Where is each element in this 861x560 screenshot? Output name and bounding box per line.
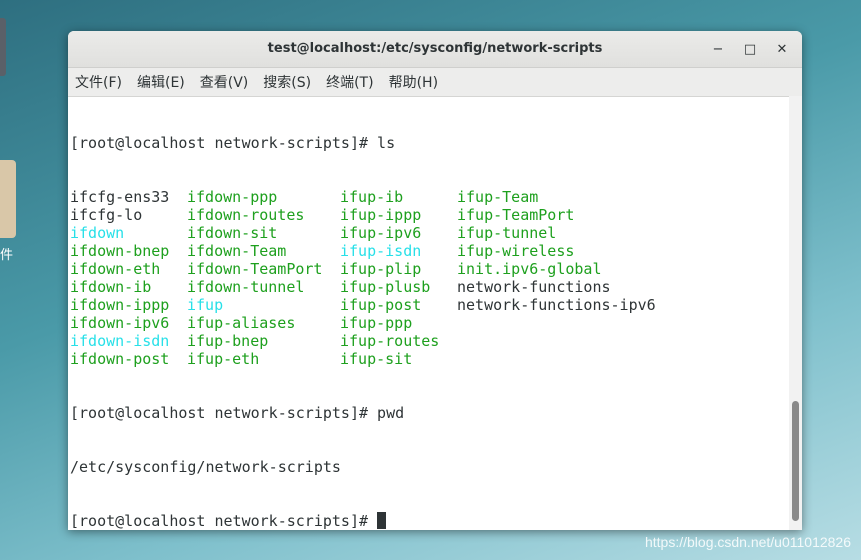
ls-entry: ifup-sit [340,350,413,368]
ls-row: ifdown-bnep ifdown-Team ifup-isdn ifup-wire… [70,242,789,260]
menu-terminal[interactable]: 终端(T) [326,72,373,92]
terminal-window: test@localhost:/etc/sysconfig/network-sc… [68,31,802,530]
ls-row: ifdown-ib ifdown-tunnel ifup-plusb network-… [70,278,789,296]
ls-entry [457,332,677,350]
ls-entry: ifup-routes [340,332,440,350]
desktop-app-icon[interactable] [0,18,6,76]
ls-entry: ifdown-routes [187,206,305,224]
ls-entry: ifup-tunnel [457,224,557,242]
ls-row: ifdown-post ifup-eth ifup-sit [70,350,789,368]
ls-entry: ifdown-ippp [70,296,170,314]
watermark: https://blog.csdn.net/u011012826 [644,534,851,550]
ls-entry: ifup-TeamPort [457,206,575,224]
menu-search[interactable]: 搜索(S) [263,72,311,92]
ls-entry: ifdown-ib [70,278,152,296]
ls-output: ifcfg-ens33 ifdown-ppp ifup-ib ifup-Team ifc… [70,188,789,368]
ls-entry: ifup-Team [457,188,539,206]
ls-entry [457,350,677,368]
close-button[interactable]: ✕ [772,39,792,59]
ls-entry: ifup-ippp [340,206,422,224]
ls-row: ifdown ifdown-sit ifup-ipv6 ifup-tunnel [70,224,789,242]
ls-entry: ifdown-Team [187,242,287,260]
ls-entry: ifup-plip [340,260,422,278]
ls-entry [457,314,677,332]
ls-entry: ifup-plusb [340,278,431,296]
terminal-output[interactable]: [root@localhost network-scripts]# ls ifc… [68,96,789,530]
ls-entry: ifdown-tunnel [187,278,305,296]
ls-row: ifdown-isdn ifup-bnep ifup-routes [70,332,789,350]
window-title: test@localhost:/etc/sysconfig/network-sc… [267,41,603,56]
ls-entry: init.ipv6-global [457,260,602,278]
text-cursor [377,512,387,529]
ls-row: ifdown-ipv6 ifup-aliases ifup-ppp [70,314,789,332]
ls-entry: ifdown-ppp [187,188,278,206]
title-bar[interactable]: test@localhost:/etc/sysconfig/network-sc… [68,31,802,68]
ls-row: ifdown-ippp ifup ifup-post network-function… [70,296,789,314]
ls-entry: ifup-ppp [340,314,413,332]
ls-entry: ifdown-TeamPort [187,260,323,278]
ls-entry: ifdown-eth [70,260,161,278]
ls-entry: ifdown-isdn [70,332,170,350]
desktop-folder-icon[interactable] [0,160,16,238]
desktop-icon-label: 件 [0,248,14,263]
ls-entry: ifdown-ipv6 [70,314,170,332]
ls-entry: ifdown-sit [187,224,278,242]
ls-entry: ifup-bnep [187,332,269,350]
ls-entry: ifcfg-lo [70,206,143,224]
ls-entry: ifup-ipv6 [340,224,422,242]
ls-entry: ifup-aliases [187,314,296,332]
ls-entry: ifup-ib [340,188,404,206]
ls-row: ifdown-eth ifdown-TeamPort ifup-plip init.i… [70,260,789,278]
prompt-text: [root@localhost network-scripts]# [70,512,378,530]
menu-bar: 文件(F) 编辑(E) 查看(V) 搜索(S) 终端(T) 帮助(H) [68,68,802,97]
prompt-line: [root@localhost network-scripts]# ls [70,134,396,152]
ls-entry: ifup [187,296,224,314]
prompt-line: [root@localhost network-scripts]# [70,512,789,530]
maximize-button[interactable]: □ [740,39,760,59]
ls-entry: network-functions-ipv6 [457,296,656,314]
menu-view[interactable]: 查看(V) [200,72,249,92]
ls-entry: ifup-eth [187,350,260,368]
ls-entry: ifdown-bnep [70,242,170,260]
ls-entry: ifcfg-ens33 [70,188,170,206]
menu-help[interactable]: 帮助(H) [389,72,438,92]
ls-entry: ifup-wireless [457,242,575,260]
ls-entry: ifdown-post [70,350,170,368]
scrollbar[interactable] [789,96,802,530]
ls-entry: ifup-isdn [340,242,422,260]
ls-entry: ifdown [70,224,125,242]
ls-entry: ifup-post [340,296,422,314]
menu-edit[interactable]: 编辑(E) [137,72,185,92]
scrollbar-thumb[interactable] [792,401,799,521]
ls-row: ifcfg-ens33 ifdown-ppp ifup-ib ifup-Team [70,188,789,206]
menu-file[interactable]: 文件(F) [75,72,122,92]
pwd-output: /etc/sysconfig/network-scripts [70,458,341,476]
minimize-button[interactable]: − [708,39,728,59]
ls-row: ifcfg-lo ifdown-routes ifup-ippp ifup-TeamP… [70,206,789,224]
ls-entry: network-functions [457,278,611,296]
prompt-line: [root@localhost network-scripts]# pwd [70,404,405,422]
